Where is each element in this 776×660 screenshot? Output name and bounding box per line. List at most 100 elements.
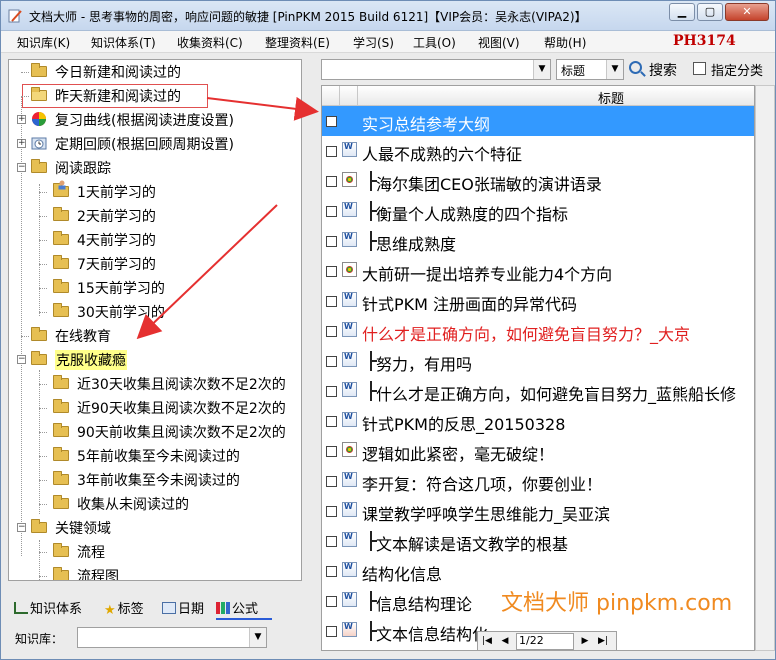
collapse-icon[interactable]: − — [17, 163, 26, 172]
row-checkbox[interactable] — [326, 566, 337, 577]
tree-item[interactable]: 3年前收集至今未阅读过的 — [9, 468, 301, 492]
chevron-down-icon[interactable]: ▼ — [533, 60, 550, 79]
list-item[interactable]: 大前研一提出培养专业能力4个方向 — [322, 256, 754, 286]
page-number-field[interactable]: 1/22 — [516, 633, 574, 650]
tree-item[interactable]: 在线教育 — [9, 324, 301, 348]
tab-formula[interactable]: 公式 — [216, 598, 258, 617]
menu-knowledge-base[interactable]: 知识库(K) — [17, 34, 70, 51]
search-field-select[interactable]: 标题 ▼ — [556, 59, 624, 80]
expand-icon[interactable]: + — [17, 115, 26, 124]
category-tree[interactable]: 今日新建和阅读过的 昨天新建和阅读过的 + 复习曲线(根据阅读进度设置) + 定期回顾(根… — [8, 59, 302, 581]
child-branch-icon — [370, 351, 377, 371]
row-checkbox[interactable] — [326, 536, 337, 547]
tree-item[interactable]: + 复习曲线(根据阅读进度设置) — [9, 108, 301, 132]
minimize-button[interactable]: ▁ — [669, 3, 695, 21]
row-checkbox[interactable] — [326, 206, 337, 217]
tree-item[interactable]: 流程 — [9, 540, 301, 564]
tree-item[interactable]: 30天前学习的 — [9, 300, 301, 324]
list-item[interactable]: 衡量个人成熟度的四个指标 — [322, 196, 754, 226]
list-item[interactable]: 针式PKM的反思_20150328 — [322, 406, 754, 436]
document-list[interactable]: 标题 实习总结参考大纲人最不成熟的六个特征海尔集团CEO张瑞敏的演讲语录衡量个人… — [321, 85, 755, 651]
expand-icon[interactable]: + — [17, 139, 26, 148]
menu-collect[interactable]: 收集资料(C) — [177, 34, 243, 51]
tree-item[interactable]: 今日新建和阅读过的 — [9, 60, 301, 84]
tree-item[interactable]: 2天前学习的 — [9, 204, 301, 228]
row-checkbox[interactable] — [326, 116, 337, 127]
tree-item-label: 近30天收集且阅读次数不足2次的 — [77, 377, 286, 393]
list-item[interactable]: 什么才是正确方向，如何避免盲目努力？_大京 — [322, 316, 754, 346]
list-item-title: 人最不成熟的六个特征 — [362, 145, 523, 164]
list-item[interactable]: 海尔集团CEO张瑞敏的演讲语录 — [322, 166, 754, 196]
tree-item[interactable]: 90天前收集且阅读次数不足2次的 — [9, 420, 301, 444]
maximize-button[interactable]: ▢ — [697, 3, 723, 21]
collapse-icon[interactable]: − — [17, 355, 26, 364]
list-item[interactable]: 人最不成熟的六个特征 — [322, 136, 754, 166]
chevron-down-icon[interactable]: ▼ — [249, 628, 266, 647]
header-title-column[interactable]: 标题 — [598, 88, 624, 107]
tree-item[interactable]: + 定期回顾(根据回顾周期设置) — [9, 132, 301, 156]
menu-organize[interactable]: 整理资料(E) — [265, 34, 330, 51]
tree-item[interactable]: 近30天收集且阅读次数不足2次的 — [9, 372, 301, 396]
tree-item[interactable]: 5年前收集至今未阅读过的 — [9, 444, 301, 468]
knowledge-base-select[interactable]: ▼ — [77, 627, 267, 648]
tab-knowledge-system[interactable]: 知识体系 — [14, 598, 82, 617]
list-item[interactable]: 什么才是正确方向，如何避免盲目努力_蓝熊船长修 — [322, 376, 754, 406]
list-item[interactable]: 结构化信息 — [322, 556, 754, 586]
tree-item[interactable]: 收集从未阅读过的 — [9, 492, 301, 516]
specify-category-checkbox[interactable] — [693, 62, 706, 75]
row-checkbox[interactable] — [326, 626, 337, 637]
list-item[interactable]: 李开复：符合这几项，你要创业！ — [322, 466, 754, 496]
tree-item[interactable]: 1天前学习的 — [9, 180, 301, 204]
tree-item[interactable]: − 关键领域 — [9, 516, 301, 540]
tree-item[interactable]: 7天前学习的 — [9, 252, 301, 276]
tree-item[interactable]: 近90天收集且阅读次数不足2次的 — [9, 396, 301, 420]
prev-page-icon[interactable]: ◀ — [498, 634, 512, 649]
row-checkbox[interactable] — [326, 476, 337, 487]
menu-help[interactable]: 帮助(H) — [544, 34, 586, 51]
close-button[interactable]: ✕ — [725, 3, 769, 21]
row-checkbox[interactable] — [326, 596, 337, 607]
list-item[interactable]: 思维成熟度 — [322, 226, 754, 256]
tree-item[interactable]: − 克服收藏瘾 — [9, 348, 301, 372]
row-checkbox[interactable] — [326, 236, 337, 247]
row-checkbox[interactable] — [326, 506, 337, 517]
list-item[interactable]: 针式PKM 注册画面的异常代码 — [322, 286, 754, 316]
search-input[interactable]: ▼ — [321, 59, 551, 80]
chevron-down-icon[interactable]: ▼ — [606, 60, 623, 79]
menu-knowledge-system[interactable]: 知识体系(T) — [91, 34, 156, 51]
tree-item[interactable]: 流程图 — [9, 564, 301, 580]
collapse-icon[interactable]: − — [17, 523, 26, 532]
list-item[interactable]: 逻辑如此紧密，毫无破绽！ — [322, 436, 754, 466]
tab-tags[interactable]: ★ 标签 — [104, 598, 144, 618]
list-item[interactable]: 努力，有用吗 — [322, 346, 754, 376]
tree-item[interactable]: − 阅读跟踪 — [9, 156, 301, 180]
tree-item[interactable]: 4天前学习的 — [9, 228, 301, 252]
tree-item[interactable]: 15天前学习的 — [9, 276, 301, 300]
list-scrollbar[interactable] — [755, 85, 775, 651]
row-checkbox[interactable] — [326, 266, 337, 277]
tab-date[interactable]: 日期 — [162, 598, 204, 617]
list-item-title: 李开复：符合这几项，你要创业！ — [362, 475, 603, 494]
tree-item[interactable]: 昨天新建和阅读过的 — [9, 84, 301, 108]
menu-view[interactable]: 视图(V) — [478, 34, 520, 51]
row-checkbox[interactable] — [326, 446, 337, 457]
next-page-icon[interactable]: ▶ — [578, 634, 592, 649]
row-checkbox[interactable] — [326, 146, 337, 157]
header-icon-column[interactable] — [340, 86, 358, 105]
row-checkbox[interactable] — [326, 326, 337, 337]
header-check-column[interactable] — [322, 86, 340, 105]
row-checkbox[interactable] — [326, 416, 337, 427]
list-item[interactable]: 实习总结参考大纲 — [322, 106, 754, 136]
row-checkbox[interactable] — [326, 356, 337, 367]
row-checkbox[interactable] — [326, 386, 337, 397]
first-page-icon[interactable]: |◀ — [480, 634, 494, 649]
calendar-icon — [162, 602, 176, 614]
row-checkbox[interactable] — [326, 296, 337, 307]
tree-item-label: 收集从未阅读过的 — [77, 497, 189, 513]
row-checkbox[interactable] — [326, 176, 337, 187]
list-item[interactable]: 文本解读是语文教学的根基 — [322, 526, 754, 556]
menu-study[interactable]: 学习(S) — [353, 34, 394, 51]
menu-tools[interactable]: 工具(O) — [413, 34, 456, 51]
list-item[interactable]: 课堂教学呼唤学生思维能力_吴亚滨 — [322, 496, 754, 526]
last-page-icon[interactable]: ▶| — [596, 634, 610, 649]
